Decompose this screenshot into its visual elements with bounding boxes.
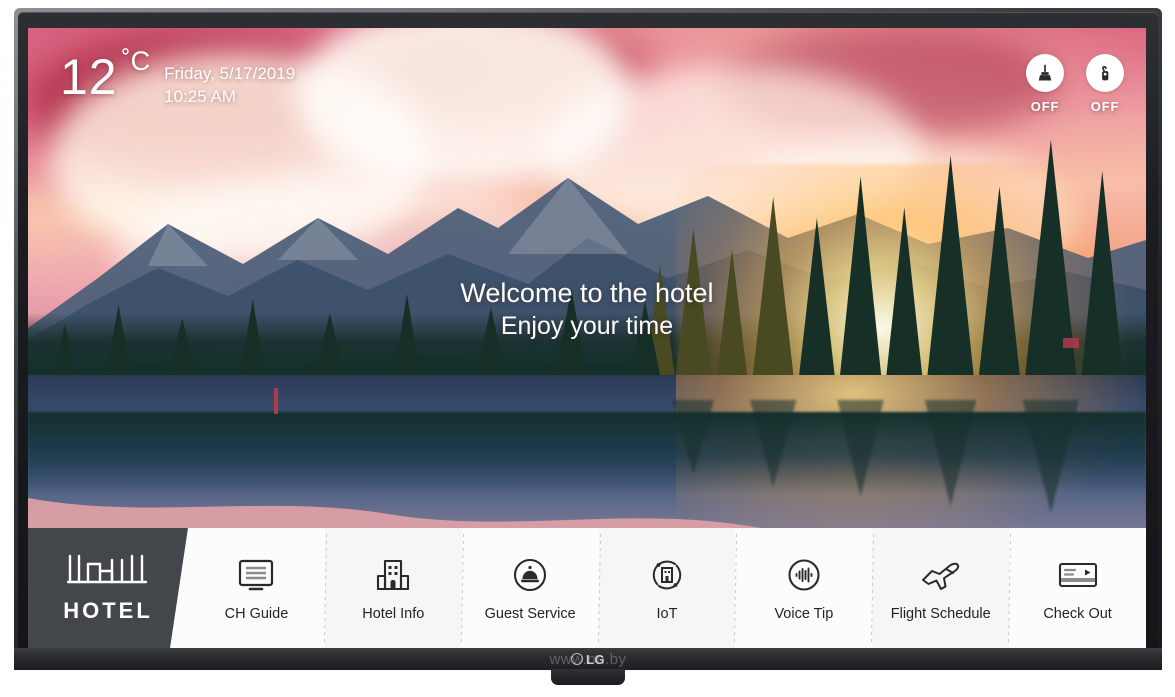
launcher-label-check-out: Check Out bbox=[1043, 605, 1112, 622]
housekeeping-brush-icon bbox=[1026, 54, 1064, 92]
housekeeping-status-toggle[interactable]: OFF bbox=[1026, 54, 1064, 114]
hotel-brand-label: HOTEL bbox=[63, 598, 153, 623]
welcome-subtitle: Enjoy your time bbox=[500, 312, 674, 341]
iot-orbit-building-icon bbox=[649, 555, 685, 595]
welcome-message: Welcome to the hotel Enjoy your time bbox=[28, 276, 1146, 343]
site-watermark: www.nn.by bbox=[549, 650, 627, 668]
service-bell-icon bbox=[512, 555, 548, 595]
do-not-disturb-toggle[interactable]: OFF bbox=[1086, 54, 1124, 114]
launcher-label-iot: IoT bbox=[656, 605, 678, 622]
launcher-label-voice-tip: Voice Tip bbox=[774, 605, 834, 622]
launcher-item-ch-guide[interactable]: CH Guide bbox=[188, 528, 325, 648]
status-icon-group: OFF OFF bbox=[1026, 54, 1124, 114]
stand-mount bbox=[550, 669, 625, 685]
launcher-item-check-out[interactable]: Check Out bbox=[1009, 528, 1146, 648]
temperature-unit: ˚C bbox=[121, 46, 151, 76]
time-text: 10:25 AM bbox=[164, 87, 236, 107]
temperature-value: 12 bbox=[60, 49, 118, 105]
weather-widget: 12 ˚C Friday, 5/17/2019 10:25 AM bbox=[60, 48, 295, 109]
launcher-item-iot[interactable]: IoT bbox=[598, 528, 736, 648]
launcher-bar: HOTEL CH Guide Hotel Info Guest Service … bbox=[28, 528, 1146, 648]
tv-chassis: 12 ˚C Friday, 5/17/2019 10:25 AM OFF OFF… bbox=[0, 0, 1175, 697]
airplane-takeoff-icon bbox=[919, 555, 963, 595]
welcome-title: Welcome to the hotel bbox=[460, 278, 714, 308]
launcher-label-flight-schedule: Flight Schedule bbox=[890, 605, 991, 622]
do-not-disturb-hanger-icon bbox=[1086, 54, 1124, 92]
launcher-label-ch-guide: CH Guide bbox=[224, 605, 289, 622]
building-icon bbox=[375, 555, 411, 595]
launcher-item-hotel-info[interactable]: Hotel Info bbox=[324, 528, 462, 648]
red-marker bbox=[273, 387, 278, 414]
housekeeping-status-label: OFF bbox=[1030, 99, 1060, 114]
launcher-item-voice-tip[interactable]: Voice Tip bbox=[735, 528, 873, 648]
hotel-brand-panel[interactable]: HOTEL bbox=[28, 528, 188, 648]
tv-list-icon bbox=[237, 555, 275, 595]
launcher-label-hotel-info: Hotel Info bbox=[362, 605, 425, 622]
do-not-disturb-status-label: OFF bbox=[1090, 99, 1120, 114]
launcher-label-guest-service: Guest Service bbox=[484, 605, 576, 622]
tv-screen: 12 ˚C Friday, 5/17/2019 10:25 AM OFF OFF… bbox=[28, 28, 1146, 648]
date-text: Friday, 5/17/2019 bbox=[164, 64, 296, 83]
launcher-item-flight-schedule[interactable]: Flight Schedule bbox=[872, 528, 1010, 648]
voice-waveform-icon bbox=[786, 555, 822, 595]
launcher-item-guest-service[interactable]: Guest Service bbox=[461, 528, 599, 648]
bottom-bezel: www.nn.by LG bbox=[14, 648, 1162, 670]
hotel-skyline-icon bbox=[66, 552, 150, 588]
credit-card-icon bbox=[1057, 555, 1099, 595]
datetime-widget: Friday, 5/17/2019 10:25 AM bbox=[164, 52, 295, 109]
launcher-items: CH Guide Hotel Info Guest Service IoT Vo… bbox=[188, 528, 1146, 648]
